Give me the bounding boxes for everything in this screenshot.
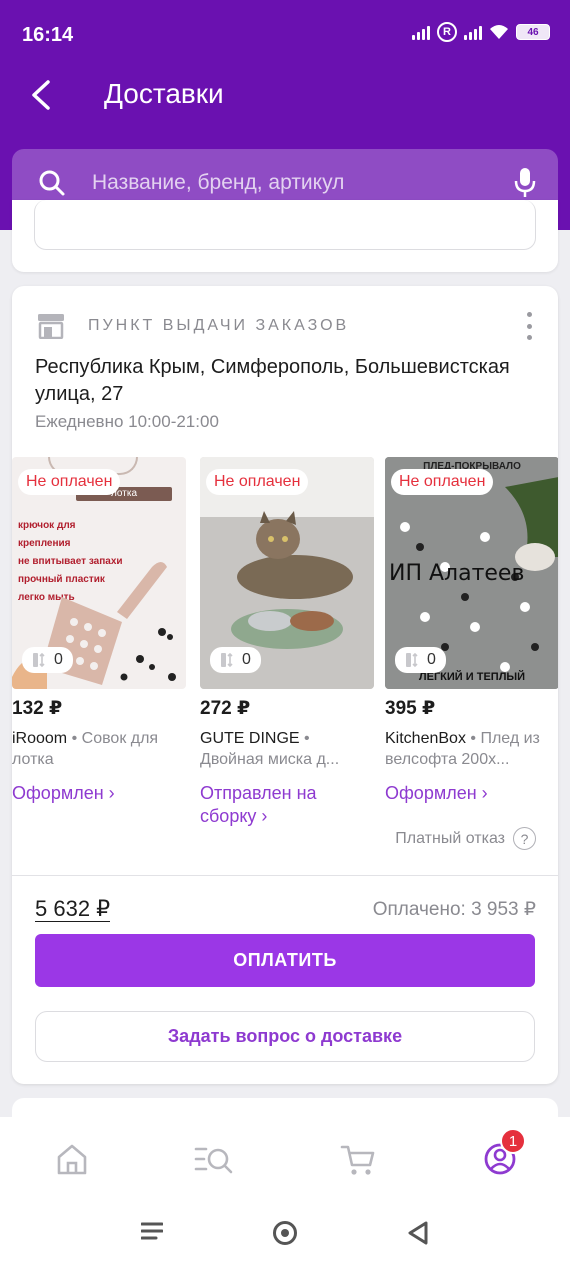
paid-amount: Оплачено: 3 953 ₽ [372, 899, 536, 920]
menu-icon[interactable] [141, 1222, 163, 1240]
previous-ask-delivery-button[interactable] [34, 200, 536, 250]
more-options-icon[interactable] [522, 312, 536, 340]
product-card[interactable]: лотка крючок для крепления не впитывает … [12, 457, 186, 805]
pickup-point-row: ПУНКТ ВЫДАЧИ ЗАКАЗОВ [36, 313, 349, 339]
product-price: 132 ₽ [12, 698, 63, 719]
product-list: лотка крючок для крепления не впитывает … [12, 457, 558, 837]
search-icon [39, 170, 65, 196]
product-image[interactable]: ПЛЕД-ПОКРЫВАЛО ИП Алатеев ЛЕГКИЙ И ТЕПЛЫ… [385, 457, 558, 689]
product-name: iRooom • Совок для лотка [12, 730, 159, 768]
unpaid-badge: Не оплачен [391, 469, 494, 495]
help-icon[interactable]: ? [513, 827, 536, 850]
home-icon [57, 1144, 87, 1175]
sort-icon [33, 652, 45, 668]
back-triangle-icon[interactable] [406, 1220, 430, 1246]
store-icon [38, 314, 64, 339]
product-price: 395 ₽ [385, 698, 436, 719]
ask-delivery-button[interactable]: Задать вопрос о доставке [35, 1011, 535, 1062]
cart-icon [340, 1145, 375, 1175]
product-name: KitchenBox • Плед из велсофта 200х... [385, 730, 540, 768]
pickup-point-label: ПУНКТ ВЫДАЧИ ЗАКАЗОВ [88, 317, 350, 334]
quantity-count: 0 [242, 651, 251, 668]
app-header: 16:14 R 46 Доставки [0, 0, 570, 230]
system-navigation [0, 1197, 570, 1267]
home-circle-icon[interactable] [272, 1220, 298, 1246]
back-button[interactable] [22, 72, 62, 118]
order-status-link[interactable]: Оформлен › [385, 782, 558, 805]
pickup-hours: Ежедневно 10:00-21:00 [35, 412, 219, 431]
signal-icon [412, 24, 430, 40]
unpaid-badge: Не оплачен [18, 469, 121, 495]
pickup-address: Республика Крым, Симферополь, Большевист… [35, 356, 510, 405]
quantity-count: 0 [54, 651, 63, 668]
divider [12, 875, 558, 876]
nav-catalog[interactable] [194, 1139, 234, 1179]
status-icons: R 46 [412, 22, 550, 42]
back-arrow-icon [32, 80, 50, 110]
previous-order-card [12, 200, 558, 272]
signal-icon-2 [464, 24, 482, 40]
nav-cart[interactable] [338, 1139, 378, 1179]
sort-icon [406, 652, 418, 668]
quantity-badge: 0 [22, 647, 73, 673]
catalog-search-icon [194, 1147, 233, 1174]
pay-button[interactable]: ОПЛАТИТЬ [35, 934, 535, 987]
product-card[interactable]: ПЛЕД-ПОКРЫВАЛО ИП Алатеев ЛЕГКИЙ И ТЕПЛЫ… [385, 457, 558, 805]
product-image[interactable]: Не оплачен 0 [200, 457, 374, 689]
status-time: 16:14 [22, 24, 74, 46]
microphone-icon[interactable] [514, 167, 536, 199]
bottom-navigation [0, 1117, 570, 1197]
wifi-icon [490, 25, 508, 39]
quantity-count: 0 [427, 651, 436, 668]
product-price: 272 ₽ [200, 698, 251, 719]
product-name: GUTE DINGE • Двойная миска д... [200, 730, 340, 768]
nav-home[interactable] [52, 1139, 92, 1179]
profile-notification-badge: 1 [500, 1128, 526, 1154]
order-total[interactable]: 5 632 ₽ [35, 896, 111, 922]
order-status-link[interactable]: Оформлен › [12, 782, 186, 805]
quantity-badge: 0 [395, 647, 446, 673]
order-card: ПУНКТ ВЫДАЧИ ЗАКАЗОВ Республика Крым, Си… [12, 286, 558, 1084]
product-card[interactable]: Не оплачен 0 272 ₽ GUTE DINGE • Двойная … [200, 457, 374, 828]
sort-icon [221, 652, 233, 668]
product-image-watermark: ИП Алатеев [389, 561, 525, 586]
status-bar: 16:14 R 46 [0, 0, 570, 68]
paid-refusal-label: Платный отказ [395, 829, 505, 847]
quantity-badge: 0 [210, 647, 261, 673]
paid-refusal-info[interactable]: Платный отказ ? [395, 827, 536, 850]
page-title: Доставки [104, 78, 224, 109]
roaming-icon: R [437, 22, 457, 42]
product-image[interactable]: лотка крючок для крепления не впитывает … [12, 457, 186, 689]
unpaid-badge: Не оплачен [206, 469, 309, 495]
battery-icon: 46 [516, 24, 550, 40]
order-status-link[interactable]: Отправлен на сборку › [200, 782, 374, 828]
